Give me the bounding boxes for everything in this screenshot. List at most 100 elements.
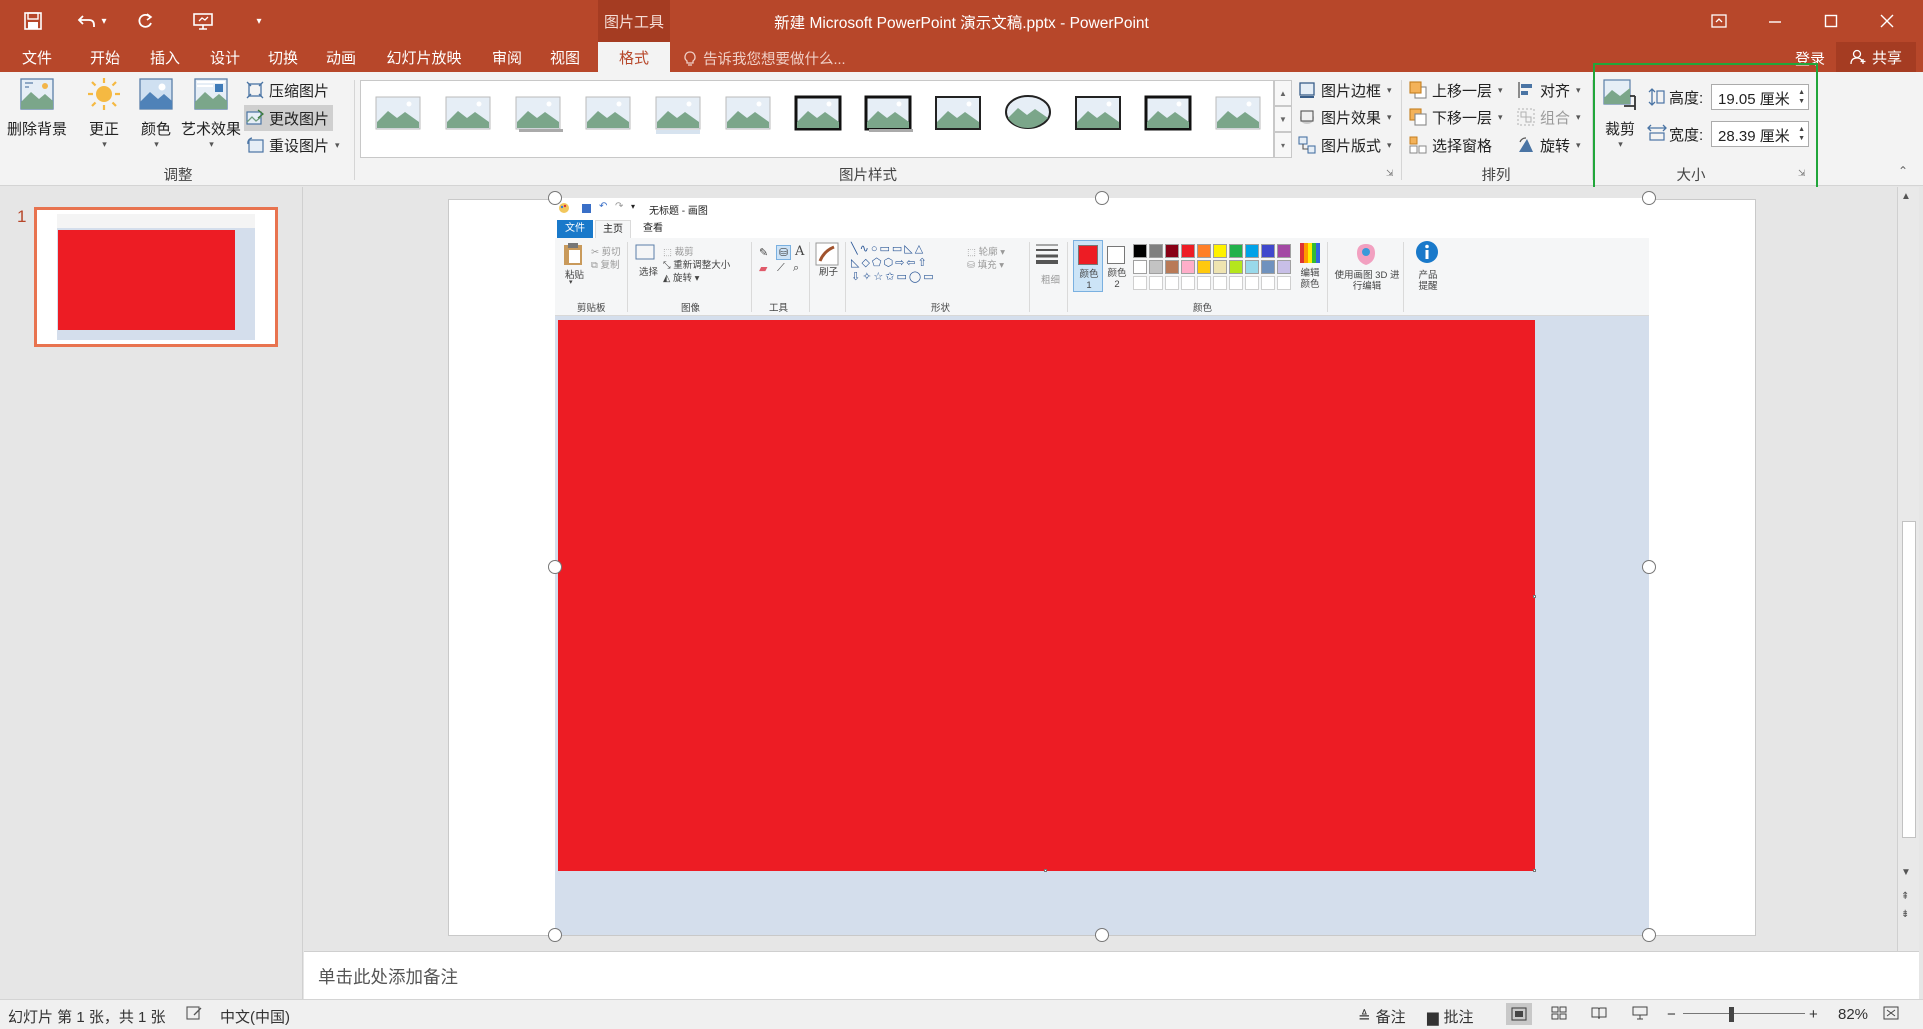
save-icon[interactable]: [18, 6, 48, 36]
picture-border-button[interactable]: 图片边框 ▾: [1298, 78, 1392, 102]
gallery-more-icon[interactable]: ▾: [1274, 132, 1292, 158]
spelling-icon[interactable]: [186, 1006, 202, 1020]
picture-style-option[interactable]: [723, 94, 773, 134]
picture-effects-button[interactable]: 图片效果 ▾: [1298, 105, 1392, 129]
presenter-icon[interactable]: [188, 6, 218, 36]
reading-view-icon[interactable]: [1591, 1006, 1607, 1020]
scrollbar-thumb[interactable]: [1902, 521, 1916, 838]
selection-pane-button[interactable]: 选择窗格: [1409, 133, 1492, 157]
tab-file[interactable]: 文件: [0, 42, 74, 72]
tab-slideshow[interactable]: 幻灯片放映: [372, 42, 476, 72]
scroll-down-icon[interactable]: ▼: [1901, 867, 1911, 878]
zoom-slider-thumb[interactable]: [1729, 1007, 1734, 1022]
redo-icon[interactable]: [130, 6, 160, 36]
width-input[interactable]: 28.39 厘米 ▲ ▼: [1711, 121, 1809, 147]
remove-background-button[interactable]: 删除背景: [4, 76, 70, 139]
login-link[interactable]: 登录: [1795, 48, 1825, 69]
tab-transitions[interactable]: 切换: [254, 42, 312, 72]
resize-handle-bottom-right[interactable]: [1642, 928, 1656, 942]
tab-view[interactable]: 视图: [536, 42, 594, 72]
picture-style-option[interactable]: [793, 94, 843, 134]
picture-style-option[interactable]: [863, 94, 913, 134]
resize-handle-top-left[interactable]: [548, 191, 562, 205]
picture-style-option[interactable]: [1073, 94, 1123, 134]
close-icon[interactable]: [1859, 0, 1915, 42]
height-spin-down-icon[interactable]: ▼: [1798, 98, 1805, 106]
tab-review[interactable]: 审阅: [478, 42, 536, 72]
collapse-ribbon-icon[interactable]: ⌃: [1898, 164, 1908, 178]
size-dialog-launcher-icon[interactable]: ⇲: [1798, 168, 1806, 179]
tab-insert[interactable]: 插入: [136, 42, 194, 72]
picture-style-option[interactable]: [1143, 94, 1193, 134]
bring-forward-button[interactable]: 上移一层 ▾: [1409, 78, 1503, 102]
notes-toggle-button[interactable]: ≜ 备注: [1358, 1006, 1406, 1027]
reset-picture-button[interactable]: 重设图片 ▾: [246, 133, 340, 157]
fit-slide-icon[interactable]: [1883, 1006, 1899, 1020]
picture-style-option[interactable]: [583, 94, 633, 134]
selected-picture[interactable]: ↶ ↷ ▾ 无标题 - 画图 文件 主页 查看 粘贴 ▾ ✂ 剪切 ⧉ 复制 剪…: [555, 198, 1649, 935]
picture-style-option[interactable]: [513, 94, 563, 134]
picture-style-option[interactable]: [653, 94, 703, 134]
slide-thumbnail[interactable]: [34, 207, 278, 347]
undo-dropdown-icon[interactable]: ▾: [96, 6, 112, 36]
align-dropdown-icon: ▾: [1576, 84, 1581, 95]
customize-icon[interactable]: ▾: [244, 6, 274, 36]
height-spin-up-icon[interactable]: ▲: [1798, 89, 1805, 97]
resize-handle-right[interactable]: [1642, 560, 1656, 574]
resize-handle-top-right[interactable]: [1642, 191, 1656, 205]
artistic-effects-button[interactable]: 艺术效果 ▾: [180, 76, 242, 150]
tab-format[interactable]: 格式: [598, 42, 670, 73]
tab-design[interactable]: 设计: [196, 42, 254, 72]
resize-handle-bottom[interactable]: [1095, 928, 1109, 942]
resize-handle-bottom-left[interactable]: [548, 928, 562, 942]
picture-styles-gallery[interactable]: [360, 80, 1274, 158]
gallery-scroll-up-icon[interactable]: ▲: [1274, 80, 1292, 106]
slideshow-view-icon[interactable]: [1632, 1006, 1648, 1020]
maximize-icon[interactable]: [1803, 0, 1859, 42]
zoom-level[interactable]: 82%: [1838, 1006, 1868, 1023]
picture-style-option[interactable]: [933, 94, 983, 134]
corrections-button[interactable]: 更正 ▾: [82, 76, 126, 150]
picture-layout-button[interactable]: 图片版式 ▾: [1298, 133, 1392, 157]
picture-style-option[interactable]: [443, 94, 493, 134]
picture-style-option[interactable]: [1003, 94, 1053, 134]
picture-style-option[interactable]: [373, 94, 423, 134]
resize-handle-left[interactable]: [548, 560, 562, 574]
height-input[interactable]: 19.05 厘米 ▲ ▼: [1711, 84, 1809, 110]
slide-sorter-view-icon[interactable]: [1551, 1006, 1567, 1020]
group-button[interactable]: 组合 ▾: [1517, 105, 1581, 129]
tab-animations[interactable]: 动画: [312, 42, 370, 72]
previous-slide-icon[interactable]: ⇞: [1901, 891, 1909, 902]
tab-home[interactable]: 开始: [76, 42, 134, 72]
zoom-out-icon[interactable]: −: [1667, 1006, 1676, 1023]
change-picture-button[interactable]: 更改图片: [244, 105, 334, 131]
gallery-scroll-down-icon[interactable]: ▼: [1274, 106, 1292, 132]
scroll-up-icon[interactable]: ▲: [1901, 191, 1911, 202]
comments-button[interactable]: ▆ 批注: [1427, 1006, 1474, 1027]
color-button[interactable]: 颜色 ▾: [134, 76, 178, 150]
crop-button[interactable]: 裁剪 ▾: [1598, 76, 1642, 150]
send-backward-button[interactable]: 下移一层 ▾: [1409, 105, 1503, 129]
group-label: 组合: [1540, 109, 1571, 127]
width-spin-up-icon[interactable]: ▲: [1798, 126, 1805, 134]
picture-style-option[interactable]: [1213, 94, 1263, 134]
rotate-button[interactable]: 旋转 ▾: [1517, 133, 1581, 157]
next-slide-icon[interactable]: ⇟: [1901, 909, 1909, 920]
zoom-in-icon[interactable]: +: [1809, 1006, 1818, 1023]
color-dropdown-icon: ▾: [154, 139, 159, 149]
vertical-scrollbar[interactable]: ▲ ▼ ⇞ ⇟: [1897, 187, 1919, 951]
notes-pane[interactable]: 单击此处添加备注: [304, 951, 1919, 999]
width-spin-down-icon[interactable]: ▼: [1798, 135, 1805, 143]
paint-qat-dropdown-icon: ▾: [631, 202, 636, 211]
tell-me-search[interactable]: 告诉我您想要做什么...: [683, 48, 846, 69]
share-button[interactable]: 共享: [1836, 42, 1917, 72]
styles-dialog-launcher-icon[interactable]: ⇲: [1386, 168, 1394, 179]
ribbon-display-icon[interactable]: [1691, 0, 1747, 42]
align-button[interactable]: 对齐 ▾: [1517, 78, 1581, 102]
resize-handle-top[interactable]: [1095, 191, 1109, 205]
minimize-icon[interactable]: [1747, 0, 1803, 42]
zoom-slider[interactable]: [1683, 1013, 1805, 1014]
language-indicator[interactable]: 中文(中国): [220, 1006, 290, 1027]
compress-pictures-button[interactable]: 压缩图片: [246, 78, 329, 102]
normal-view-icon[interactable]: [1506, 1003, 1532, 1025]
